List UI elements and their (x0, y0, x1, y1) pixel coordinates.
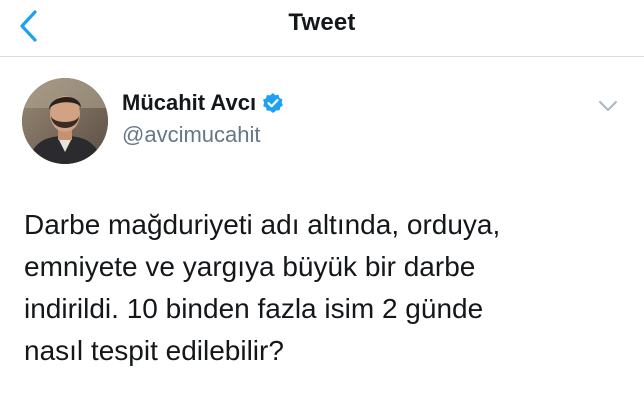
tweet-text-line: Darbe mağduriyeti adı altında, orduya, (24, 209, 501, 240)
avatar[interactable] (22, 78, 108, 164)
verified-badge-icon (262, 92, 284, 114)
tweet-text-line: indirildi. 10 binden fazla isim 2 günde (24, 293, 484, 324)
page-title: Tweet (288, 9, 356, 36)
tweet-text-line: emniyete ve yargıya büyük bir darbe (24, 251, 476, 282)
author-handle: @avcimucahit (122, 122, 261, 147)
tweet-author[interactable]: Mücahit Avcı @avcimucahit (122, 88, 284, 148)
tweet-text-line: nasıl tespit edilebilir? (24, 335, 284, 366)
tweet-text: Darbe mağduriyeti adı altında, orduya, e… (24, 204, 624, 372)
chevron-down-icon (599, 101, 617, 111)
navigation-bar: Tweet (0, 0, 644, 57)
author-display-name: Mücahit Avcı (122, 90, 257, 115)
tweet-detail-screen: Tweet Mücahit Avcı @avcimucahit Darbe ma… (0, 0, 644, 419)
author-name-row: Mücahit Avcı (122, 88, 284, 118)
avatar-photo (22, 78, 108, 164)
tweet-menu-button[interactable] (596, 96, 620, 116)
